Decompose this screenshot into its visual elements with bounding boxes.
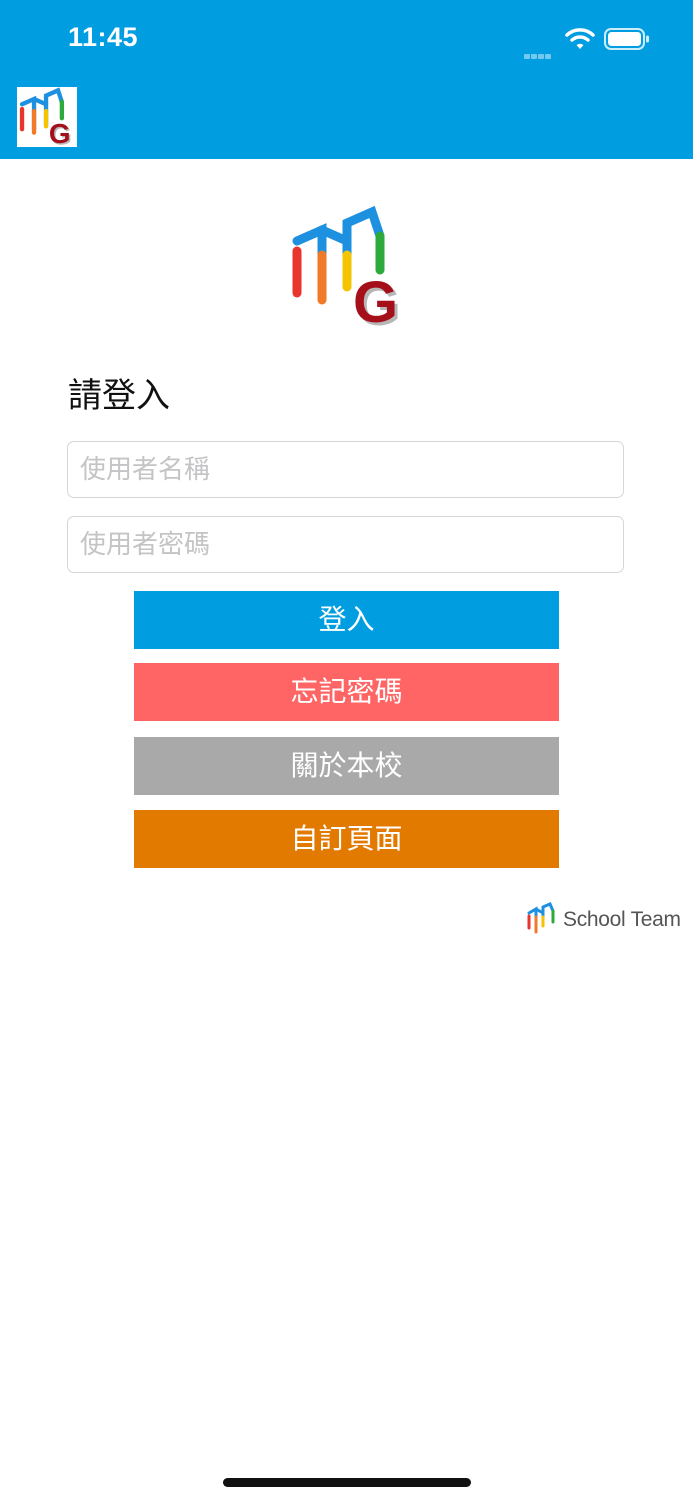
school-logo-icon: G G (288, 205, 410, 338)
password-input[interactable] (67, 516, 624, 573)
signal-icon (524, 44, 558, 59)
login-heading: 請登入 (68, 376, 170, 416)
school-team-text: School Team (563, 908, 681, 931)
app-logo-icon: G G (17, 87, 77, 151)
school-team-logo-icon (527, 902, 555, 934)
svg-text:G: G (49, 118, 71, 147)
status-time: 11:45 (68, 22, 139, 52)
svg-text:G: G (353, 270, 398, 330)
login-button[interactable]: 登入 (134, 591, 559, 649)
battery-icon (604, 28, 649, 50)
app-bar: G G (0, 80, 693, 159)
about-school-button[interactable]: 關於本校 (134, 737, 559, 795)
custom-page-button[interactable]: 自訂頁面 (134, 810, 559, 868)
wifi-icon (565, 28, 595, 49)
home-indicator[interactable] (223, 1478, 471, 1487)
status-bar: 11:45 (0, 0, 693, 80)
username-input[interactable] (67, 441, 624, 498)
forgot-password-button[interactable]: 忘記密碼 (134, 663, 559, 721)
